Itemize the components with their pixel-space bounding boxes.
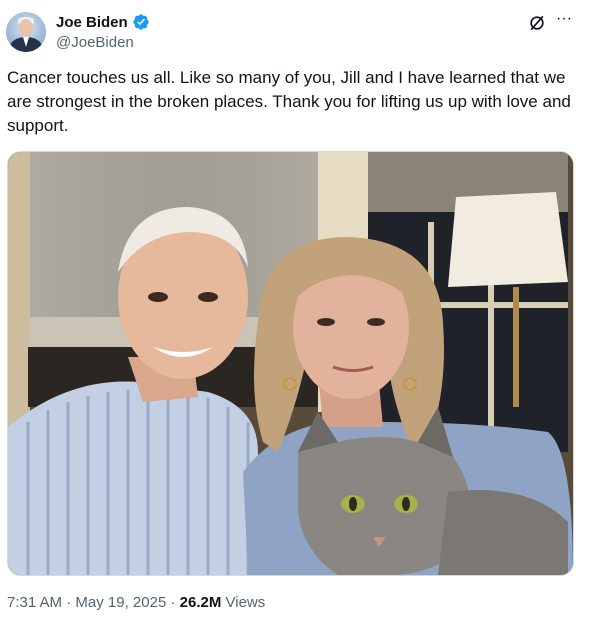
views-label: Views <box>225 594 266 611</box>
meta-separator: · <box>66 594 72 611</box>
grok-icon[interactable] <box>527 13 547 33</box>
tweet-meta: 7:31 AM · May 19, 2025 · 26.2M Views <box>7 594 265 611</box>
tweet-date[interactable]: May 19, 2025 <box>75 594 166 611</box>
tweet-time[interactable]: 7:31 AM <box>7 594 62 611</box>
author-name-row: Joe Biden <box>56 13 150 31</box>
tweet-text: Cancer touches us all. Like so many of y… <box>7 68 571 135</box>
author-name[interactable]: Joe Biden <box>56 14 128 31</box>
avatar[interactable] <box>6 12 46 52</box>
more-icon[interactable]: ··· <box>552 9 576 33</box>
views-count[interactable]: 26.2M <box>180 594 222 611</box>
meta-separator: · <box>170 594 176 611</box>
avatar-face <box>19 19 33 36</box>
tweet-photo[interactable] <box>7 151 574 576</box>
author-handle[interactable]: @JoeBiden <box>56 34 134 51</box>
verified-badge-icon <box>133 14 149 30</box>
photo-image <box>8 152 573 575</box>
